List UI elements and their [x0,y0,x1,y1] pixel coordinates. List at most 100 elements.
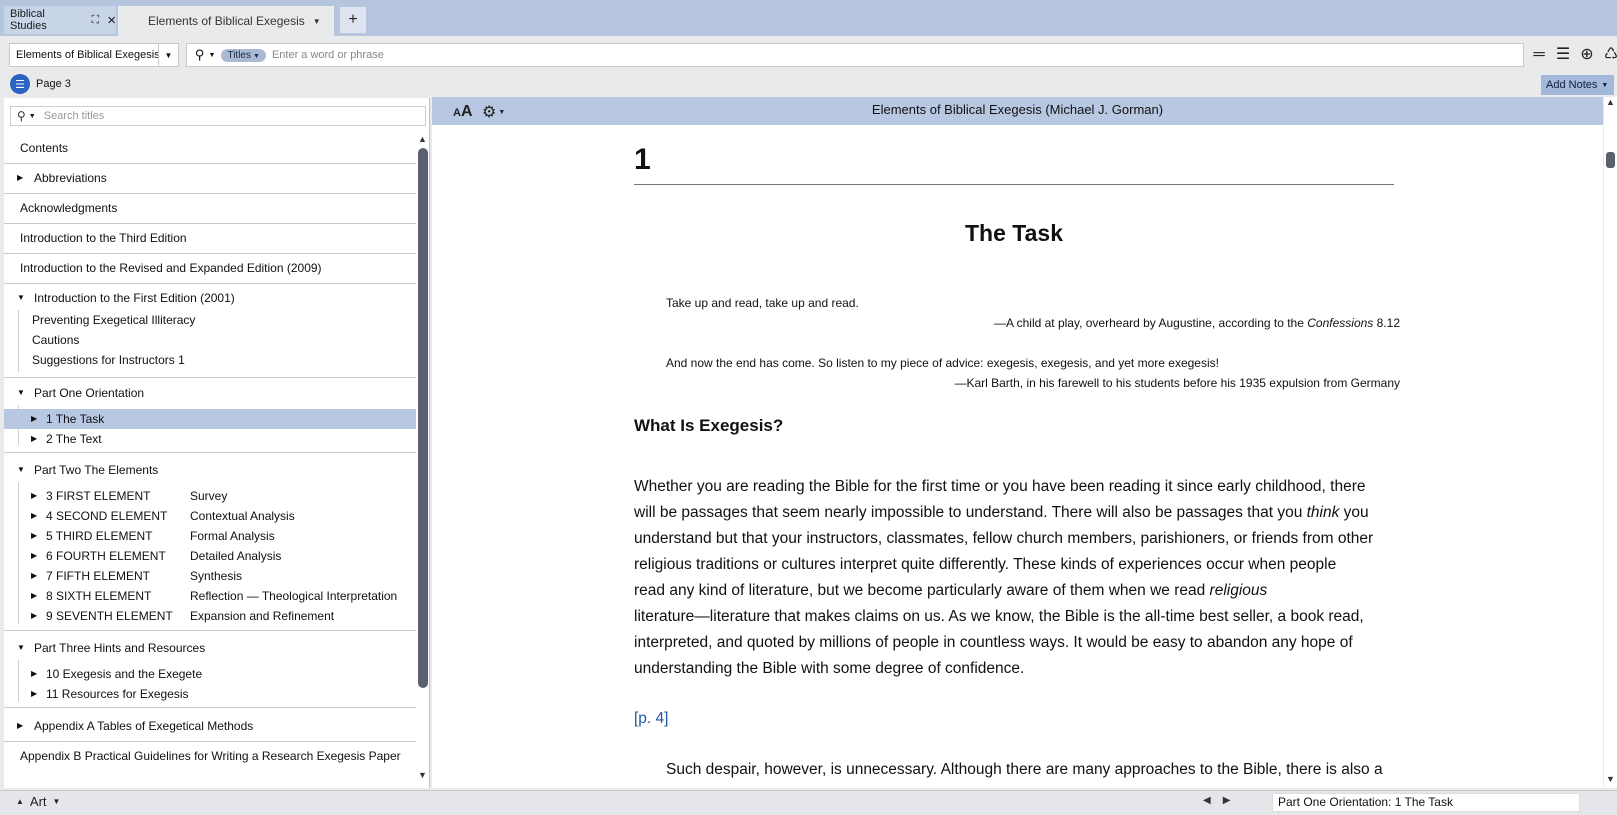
expand-icon[interactable]: ⛶ [92,14,100,27]
layout-label: Art [29,794,47,809]
chevron-down-icon[interactable]: ▼ [17,284,25,312]
toc-item-abbreviations[interactable]: ▶ Abbreviations [4,164,416,194]
chevron-down-icon[interactable]: ▼ [158,44,178,66]
toc-item-part-two[interactable]: ▼ Part Two The Elements [4,456,416,486]
chevron-right-icon[interactable]: ▶ [17,712,23,740]
scroll-up-icon[interactable]: ▲ [418,134,427,144]
toc-item-part-three[interactable]: ▼ Part Three Hints and Resources [4,634,416,664]
chevron-right-icon[interactable]: ▶ [31,684,37,704]
toc-lines-icon[interactable]: ☰ [1554,44,1572,66]
toc-subitem[interactable]: Preventing Exegetical Illiteracy [4,310,416,330]
toc-label: Cautions [32,333,80,347]
toc-item-intro-third[interactable]: Introduction to the Third Edition [4,224,416,254]
chevron-down-icon[interactable]: ▼ [17,456,25,484]
tab-biblical-studies[interactable]: Biblical Studies ⛶ × [4,6,116,34]
location-field[interactable]: Part One Orientation: 1 The Task [1272,793,1580,812]
toc-subitem[interactable]: ▶ 3 FIRST ELEMENT Survey [4,486,416,506]
chapter-title: The Task [965,220,1063,246]
share-icon[interactable]: ♺ [1602,44,1617,66]
epigraph-quote: Take up and read, take up and read. [666,296,859,310]
toc-subitem[interactable]: Suggestions for Instructors 1 [4,350,416,370]
toc-subitem[interactable]: ▶ 7 FIFTH ELEMENT Synthesis [4,566,416,586]
table-of-contents-icon[interactable]: ☰ [10,74,30,94]
toc-subitem[interactable]: ▶ 5 THIRD ELEMENT Formal Analysis [4,526,416,546]
chevron-right-icon[interactable]: ▶ [31,429,37,449]
toc-desc: Formal Analysis [190,529,275,543]
add-circle-icon[interactable]: ⊕ [1578,44,1596,66]
toc-item-part-one[interactable]: ▼ Part One Orientation [4,379,416,409]
chevron-down-icon[interactable]: ▼ [17,379,25,407]
chevron-right-icon[interactable]: ▶ [31,506,37,526]
add-notes-button[interactable]: Add Notes ▼ [1541,75,1614,95]
toc-search[interactable]: ⚲ ▼ [10,106,426,126]
scroll-down-icon[interactable]: ▼ [418,770,427,780]
back-icon[interactable]: ◀ [1203,795,1211,806]
chevron-right-icon[interactable]: ▶ [31,664,37,684]
chevron-right-icon[interactable]: ▶ [31,486,37,506]
chevron-down-icon[interactable]: ▼ [313,17,321,26]
toc-item-intro-revised[interactable]: Introduction to the Revised and Expanded… [4,254,416,284]
scroll-up-icon[interactable]: ▲ [1606,97,1615,107]
toc-label: 5 THIRD ELEMENT [46,529,153,543]
toc-desc: Reflection — Theological Interpretation [190,589,398,603]
chevron-right-icon[interactable]: ▶ [31,586,37,606]
toc-subitem[interactable]: ▶ 6 FOURTH ELEMENT Detailed Analysis [4,546,416,566]
toc-desc: Survey [190,489,228,503]
reader-scrollbar[interactable]: ▲ ▼ [1604,97,1617,788]
gear-icon[interactable]: ⚙ ▼ [482,102,505,122]
chevron-down-icon[interactable]: ▼ [209,52,216,59]
toc-subitem[interactable]: ▶ 9 SEVENTH ELEMENT Expansion and Refineme… [4,606,416,626]
search-bar[interactable]: ⚲ ▼ Titles ▼ [186,43,1524,67]
text-line: interpreted, and quoted by millions of p… [634,634,1353,651]
scrollbar-thumb[interactable] [1606,152,1615,168]
toc-item-appendix-a[interactable]: ▶ Appendix A Tables of Exegetical Methods [4,712,416,742]
toc-subitem[interactable]: ▶ 11 Resources for Exegesis [4,684,416,704]
page-reference-link[interactable]: [p. 4] [634,710,668,728]
scroll-down-icon[interactable]: ▼ [1606,774,1615,784]
toc-label: 9 SEVENTH ELEMENT [46,609,173,623]
chevron-down-icon: ▼ [1601,81,1609,89]
tab-elements-of-biblical-exegesis[interactable]: Elements of Biblical Exegesis ▼ [118,6,334,36]
chevron-down-icon[interactable]: ▼ [29,113,36,120]
parallel-icon[interactable]: ═ [1530,44,1548,66]
toc-subitem[interactable]: ▶ 8 SIXTH ELEMENT Reflection — Theological… [4,586,416,606]
add-notes-label: Add Notes [1546,79,1598,91]
chevron-right-icon[interactable]: ▶ [31,606,37,626]
section-heading: What Is Exegesis? [634,416,784,435]
toc-item-contents[interactable]: Contents [4,134,416,164]
toc-search-input[interactable] [43,110,404,122]
new-tab-button[interactable]: + [340,7,366,33]
toc-item-acknowledgments[interactable]: Acknowledgments [4,194,416,224]
forward-icon[interactable]: ▶ [1223,795,1231,806]
toc-subitem-selected[interactable]: ▶ 1 The Task [4,409,416,429]
chevron-right-icon[interactable]: ▶ [31,566,37,586]
chevron-down-icon[interactable]: ▼ [53,797,61,806]
toc-label: Part Three Hints and Resources [34,641,206,655]
resource-selector[interactable]: Elements of Biblical Exegesis ▼ [9,43,179,67]
chevron-right-icon[interactable]: ▶ [31,409,37,429]
font-size-icon[interactable]: AA [453,103,473,121]
toc-scrollbar[interactable]: ▲ ▼ [417,134,429,782]
divider [4,707,416,708]
toc-subitem[interactable]: ▶ 4 SECOND ELEMENT Contextual Analysis [4,506,416,526]
search-icon[interactable]: ⚲ [195,47,205,63]
search-input[interactable] [271,49,872,61]
search-scope-pill[interactable]: Titles ▼ [221,48,266,62]
toc-subitem[interactable]: Cautions [4,330,416,350]
search-icon[interactable]: ⚲ [17,109,26,123]
layout-menu[interactable]: ▲ Art ▼ [16,794,60,809]
toc-label: 8 SIXTH ELEMENT [46,589,152,603]
text-line: will be passages that seem nearly imposs… [634,500,1400,526]
toc-item-appendix-b[interactable]: Appendix B Practical Guidelines for Writ… [4,742,416,772]
toc-subitem[interactable]: ▶ 2 The Text [4,429,416,449]
chevron-up-icon[interactable]: ▲ [16,797,24,806]
close-icon[interactable]: × [107,13,116,28]
chevron-down-icon[interactable]: ▼ [17,634,25,662]
toc-label: Part Two The Elements [34,463,159,477]
chevron-right-icon[interactable]: ▶ [31,546,37,566]
toc-subitem[interactable]: ▶ 10 Exegesis and the Exegete [4,664,416,684]
chevron-right-icon[interactable]: ▶ [31,526,37,546]
chevron-right-icon[interactable]: ▶ [17,164,23,192]
scrollbar-thumb[interactable] [418,148,428,688]
emphasis: think [1306,504,1340,521]
